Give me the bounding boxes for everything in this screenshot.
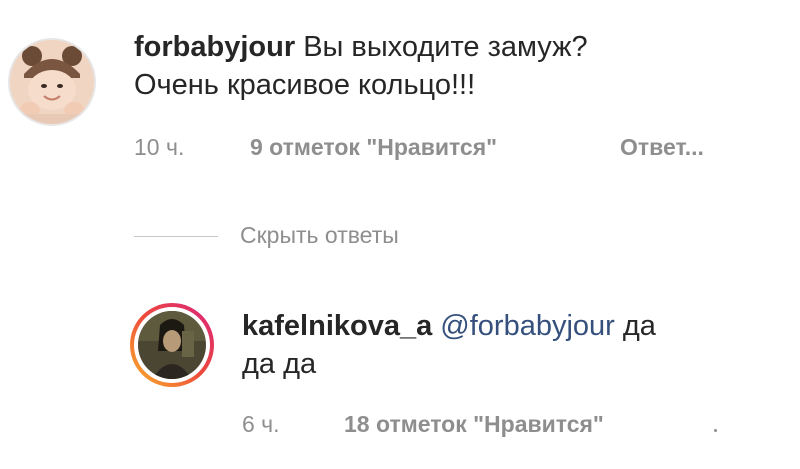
reply-body: kafelnikova_a @forbabyjour да да да bbox=[242, 307, 782, 383]
reply-text-line-1: да bbox=[622, 310, 656, 342]
comment-username[interactable]: forbabyjour bbox=[134, 31, 295, 63]
comment-avatar[interactable] bbox=[8, 38, 96, 126]
comment-likes[interactable]: 9 отметок "Нравится" bbox=[250, 133, 497, 161]
reply-likes[interactable]: 18 отметок "Нравится" bbox=[344, 410, 604, 438]
dot-icon bbox=[714, 429, 717, 432]
baby-photo bbox=[10, 40, 94, 124]
comment-text-line-1: Вы выходите замуж? bbox=[303, 31, 588, 63]
replies-divider bbox=[134, 236, 218, 237]
reply-avatar-ring[interactable] bbox=[130, 303, 214, 387]
comment-text-line-2: Очень красивое кольцо!!! bbox=[134, 69, 476, 101]
reply-time: 6 ч. bbox=[242, 411, 280, 437]
reply-mention-link[interactable]: @forbabyjour bbox=[440, 310, 615, 342]
comment-body: forbabyjour Вы выходите замуж? Очень кра… bbox=[134, 28, 774, 104]
reply-avatar-photo bbox=[138, 311, 206, 379]
reply-text-line-2: да да bbox=[242, 348, 317, 380]
reply-username[interactable]: kafelnikova_a bbox=[242, 310, 432, 342]
comment-line-1: forbabyjour Вы выходите замуж? bbox=[134, 28, 774, 66]
reply-line-1: kafelnikova_a @forbabyjour да bbox=[242, 307, 782, 345]
hide-replies-button[interactable]: Скрыть ответы bbox=[240, 222, 399, 249]
comment-time: 10 ч. bbox=[134, 134, 185, 160]
reply-button[interactable]: Ответ... bbox=[620, 133, 704, 161]
